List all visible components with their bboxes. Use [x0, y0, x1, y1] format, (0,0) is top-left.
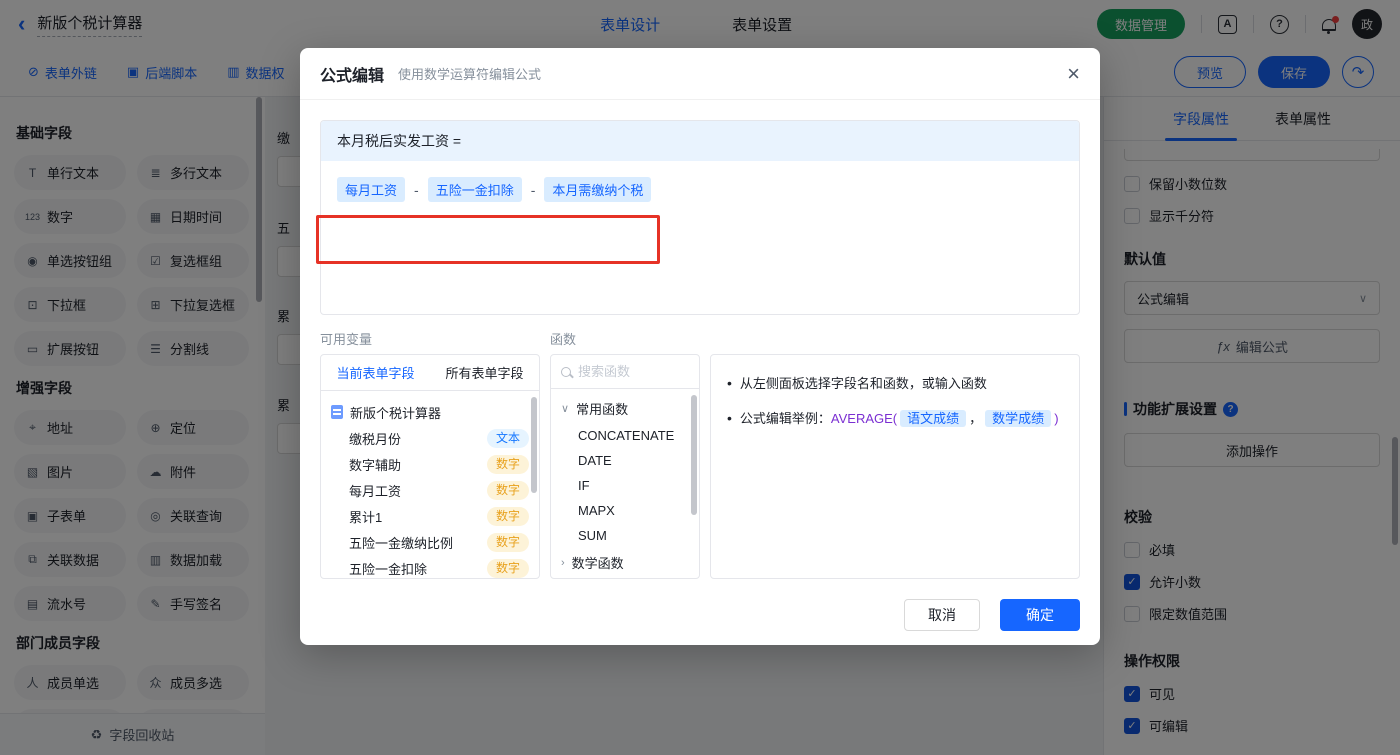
formula-token[interactable]: 每月工资: [337, 177, 406, 202]
modal-footer: 取消 确定: [320, 599, 1080, 631]
type-badge: 数字: [486, 532, 529, 552]
type-badge: 文本: [486, 428, 529, 448]
variable-item[interactable]: 数字辅助 数字: [321, 451, 539, 477]
example-function-open: AVERAGE(: [830, 411, 898, 426]
function-search: [551, 355, 699, 389]
function-group-text[interactable]: ›文本函数: [551, 577, 699, 578]
type-badge: 数字: [486, 506, 529, 526]
modal-header: 公式编辑 使用数学运算符编辑公式 ×: [300, 48, 1100, 100]
example-separator: ，: [969, 411, 983, 426]
function-item[interactable]: SUM: [551, 523, 699, 548]
type-badge: 数字: [486, 480, 529, 500]
functions-tree: ∨ 常用函数 CONCATENATE DATE IF MAPX SUM › 数学函数…: [551, 389, 699, 578]
formula-editor-modal: 公式编辑 使用数学运算符编辑公式 × 本月税后实发工资 = 每月工资 - 五险一…: [300, 48, 1100, 645]
formula-target: 本月税后实发工资 =: [321, 121, 1079, 161]
variable-item[interactable]: 每月工资 数字: [321, 477, 539, 503]
help-tip-1: • 从左侧面板选择字段名和函数，或输入函数: [727, 373, 1063, 394]
bullet-icon: •: [727, 375, 732, 391]
minus-operator: -: [530, 181, 536, 198]
formula-token[interactable]: 本月需缴纳个税: [544, 177, 652, 202]
function-item[interactable]: MAPX: [551, 498, 699, 523]
modal-title: 公式编辑: [320, 67, 385, 85]
form-root-node[interactable]: 新版个税计算器: [321, 399, 539, 425]
type-badge: 数字: [486, 558, 529, 578]
tab-current-form-fields[interactable]: 当前表单字段: [321, 355, 430, 390]
search-icon: [561, 366, 571, 377]
formula-editor-box[interactable]: 本月税后实发工资 = 每月工资 - 五险一金扣除 - 本月需缴纳个税: [320, 120, 1080, 315]
variables-label: 可用变量: [320, 332, 373, 347]
variable-item[interactable]: 缴税月份 文本: [321, 425, 539, 451]
form-designer-app: ‹ 新版个税计算器 表单设计 表单设置 数据管理 A ? 政 ⊘表单外链 ▣后端…: [0, 0, 1400, 755]
function-group-math[interactable]: › 数学函数: [551, 548, 699, 577]
example-field-chip: 语文成绩: [900, 410, 967, 427]
tab-all-form-fields[interactable]: 所有表单字段: [430, 355, 539, 390]
cancel-button[interactable]: 取消: [904, 599, 980, 631]
functions-scrollbar[interactable]: [691, 395, 697, 515]
formula-token[interactable]: 五险一金扣除: [427, 177, 522, 202]
modal-subtitle: 使用数学运算符编辑公式: [398, 67, 542, 82]
modal-middle-panels: 当前表单字段 所有表单字段 新版个税计算器 缴税月份 文本 数字辅助 数字 每月工资…: [320, 354, 1080, 579]
function-item[interactable]: IF: [551, 473, 699, 498]
variable-item[interactable]: 累计1 数字: [321, 503, 539, 529]
variable-item[interactable]: 五险一金缴纳比例 数字: [321, 529, 539, 555]
bullet-icon: •: [727, 410, 732, 426]
type-badge: 数字: [486, 454, 529, 474]
functions-panel: ∨常用函数 CONCATENATE DATE IF MAPX SUM ›数学函数…: [550, 354, 700, 579]
function-item[interactable]: DATE: [551, 448, 699, 473]
function-search-input[interactable]: [578, 364, 678, 379]
modal-body: 本月税后实发工资 = 每月工资 - 五险一金扣除 - 本月需缴纳个税 可用变量 …: [300, 100, 1100, 651]
chevron-down-icon: ∨: [561, 403, 570, 415]
minus-operator: -: [414, 181, 419, 198]
example-field-chip: 数学成绩: [985, 410, 1052, 427]
modal-middle-labels: 可用变量 函数: [320, 329, 1080, 354]
variables-tabs: 当前表单字段 所有表单字段: [321, 355, 539, 391]
example-prefix: 公式编辑举例：: [739, 411, 831, 426]
chevron-right-icon: ›: [561, 556, 565, 569]
example-function-close: ): [1054, 411, 1059, 426]
form-doc-icon: [331, 405, 343, 419]
confirm-button[interactable]: 确定: [1000, 599, 1080, 631]
function-item[interactable]: CONCATENATE: [551, 423, 699, 448]
variables-panel: 当前表单字段 所有表单字段 新版个税计算器 缴税月份 文本 数字辅助 数字 每月工资…: [320, 354, 540, 579]
variables-scrollbar[interactable]: [531, 397, 537, 493]
formula-expression: 每月工资 - 五险一金扣除 - 本月需缴纳个税: [321, 161, 1079, 218]
functions-label: 函数: [550, 332, 577, 347]
close-icon[interactable]: ×: [1067, 62, 1080, 85]
variable-item[interactable]: 五险一金扣除 数字: [321, 555, 539, 578]
help-panel: • 从左侧面板选择字段名和函数，或输入函数 • 公式编辑举例：AVERAGE(语文…: [710, 354, 1080, 579]
function-group-common[interactable]: ∨ 常用函数: [551, 394, 699, 423]
help-tip-2: • 公式编辑举例：AVERAGE(语文成绩，数学成绩): [727, 408, 1063, 429]
variables-tree: 新版个税计算器 缴税月份 文本 数字辅助 数字 每月工资 数字 累计1 数字 五险一金缴…: [321, 391, 539, 578]
